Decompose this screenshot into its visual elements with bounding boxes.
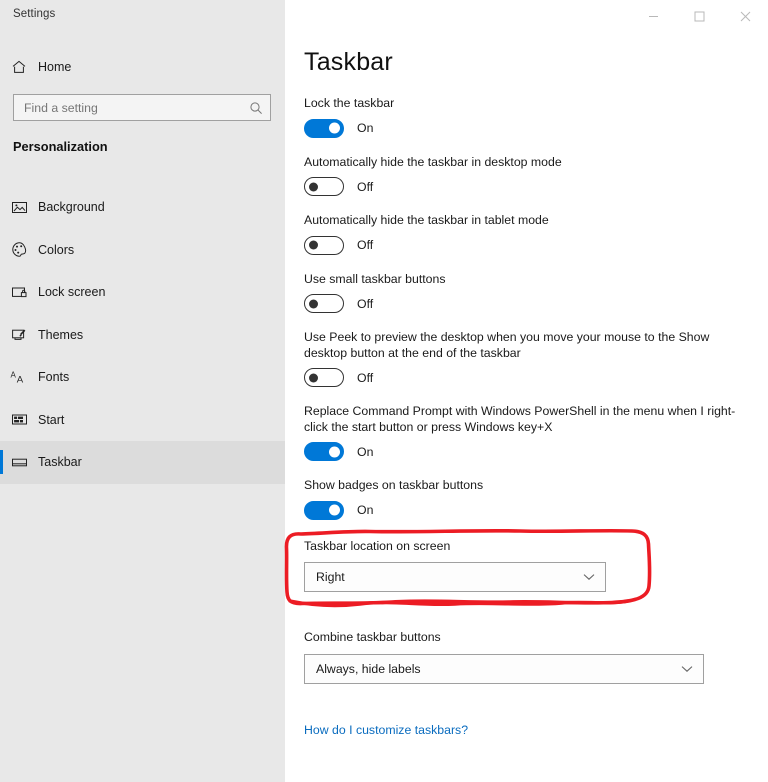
toggle-knob (309, 182, 318, 191)
taskbar-location-dropdown[interactable]: Right (304, 562, 606, 592)
sidebar-item-label: Background (38, 200, 105, 215)
toggle-knob (329, 122, 340, 134)
fonts-icon: A A (0, 369, 38, 386)
sidebar-item-lock-screen[interactable]: Lock screen (0, 271, 285, 314)
search-box[interactable] (13, 94, 271, 121)
sidebar-item-label: Colors (38, 242, 75, 257)
customize-taskbars-link[interactable]: How do I customize taskbars? (304, 723, 468, 737)
home-icon (0, 59, 38, 75)
toggle-state: On (357, 444, 374, 459)
page-title: Taskbar (304, 48, 393, 76)
setting-label: Combine taskbar buttons (304, 630, 441, 644)
settings-window: Settings Home Find a setting Personaliza… (0, 0, 768, 782)
home-label: Home (38, 60, 72, 74)
sidebar-item-colors[interactable]: Colors (0, 229, 285, 272)
setting-autohide-desktop: Automatically hide the taskbar in deskto… (304, 154, 744, 196)
setting-autohide-tablet: Automatically hide the taskbar in tablet… (304, 213, 744, 255)
sidebar-item-label: Lock screen (38, 285, 106, 300)
maximize-icon (694, 11, 704, 21)
lock-taskbar-toggle[interactable] (304, 118, 344, 138)
toggle-row: Off (304, 177, 744, 196)
toggle-knob (309, 373, 318, 382)
setting-label: Taskbar location on screen (304, 538, 451, 553)
show-badges-toggle[interactable] (304, 500, 344, 520)
sidebar: Home Personalization (0, 0, 285, 782)
sidebar-item-background[interactable]: Background (0, 186, 285, 229)
maximize-button[interactable] (676, 0, 722, 32)
chevron-down-icon (583, 573, 595, 581)
window-controls (630, 0, 768, 32)
toggle-state: On (357, 503, 374, 517)
setting-label: Replace Command Prompt with Windows Powe… (304, 404, 736, 434)
sidebar-item-start[interactable]: Start (0, 399, 285, 442)
taskbar-icon (0, 454, 38, 471)
sidebar-nav: Background Colors Lock screen Themes A A… (0, 186, 285, 484)
settings-list: Lock the taskbar On Automatically hide t… (304, 96, 744, 782)
combine-buttons-dropdown[interactable]: Always, hide labels (304, 653, 704, 684)
toggle-state: Off (357, 296, 374, 311)
setting-replace-cmd-powershell: Replace Command Prompt with Windows Powe… (304, 404, 744, 461)
setting-label: Use Peek to preview the desktop when you… (304, 330, 710, 360)
toggle-knob (309, 240, 318, 250)
setting-label: Show badges on taskbar buttons (304, 478, 484, 492)
search-icon (242, 101, 270, 115)
toggle-row: Off (304, 368, 744, 387)
dropdown-value: Always, hide labels (316, 661, 421, 676)
sidebar-item-fonts[interactable]: A A Fonts (0, 356, 285, 399)
setting-label: Automatically hide the taskbar in tablet… (304, 213, 549, 227)
toggle-row: Off (304, 235, 744, 255)
minimize-button[interactable] (630, 0, 676, 32)
themes-icon (0, 326, 38, 343)
main-content: Taskbar Lock the taskbar On Automaticall… (285, 0, 768, 782)
dropdown-value: Right (316, 570, 345, 584)
chevron-down-icon (681, 665, 693, 673)
close-button[interactable] (722, 0, 768, 32)
sidebar-item-taskbar[interactable]: Taskbar (0, 441, 285, 484)
toggle-state: Off (357, 238, 374, 252)
setting-label: Automatically hide the taskbar in deskto… (304, 154, 562, 169)
svg-text:A: A (11, 370, 17, 379)
toggle-state: Off (357, 370, 374, 385)
start-icon (0, 411, 38, 428)
sidebar-item-label: Fonts (38, 370, 70, 385)
search-input[interactable] (14, 100, 242, 115)
sidebar-item-themes[interactable]: Themes (0, 314, 285, 357)
picture-icon (0, 199, 38, 216)
toggle-knob (329, 446, 340, 457)
toggle-knob (309, 299, 318, 308)
close-icon (740, 11, 750, 21)
setting-combine-buttons: Combine taskbar buttons Always, hide lab… (304, 630, 744, 684)
selection-indicator (0, 450, 3, 474)
sidebar-item-label: Start (38, 412, 65, 427)
toggle-state: Off (357, 179, 374, 194)
toggle-knob (329, 504, 340, 516)
autohide-desktop-toggle[interactable] (304, 177, 344, 196)
replace-cmd-toggle[interactable] (304, 442, 344, 461)
sidebar-item-label: Taskbar (38, 455, 82, 470)
setting-label: Use small taskbar buttons (304, 271, 446, 286)
autohide-tablet-toggle[interactable] (304, 235, 344, 255)
toggle-state: On (357, 121, 374, 135)
lockscreen-icon (0, 284, 38, 301)
toggle-row: Off (304, 294, 744, 313)
toggle-row: On (304, 500, 744, 520)
setting-small-buttons: Use small taskbar buttons Off (304, 271, 744, 313)
toggle-row: On (304, 118, 744, 138)
title-bar: Settings (0, 0, 768, 32)
palette-icon (0, 241, 38, 258)
setting-use-peek: Use Peek to preview the desktop when you… (304, 330, 744, 387)
setting-show-badges: Show badges on taskbar buttons On (304, 478, 744, 520)
setting-label: Lock the taskbar (304, 96, 395, 110)
toggle-row: On (304, 442, 744, 461)
setting-taskbar-location: Taskbar location on screen Right (304, 538, 744, 592)
minimize-icon (648, 15, 658, 17)
window-title: Settings (13, 8, 56, 20)
category-title: Personalization (13, 139, 108, 154)
setting-lock-the-taskbar: Lock the taskbar On (304, 96, 744, 138)
use-peek-toggle[interactable] (304, 368, 344, 387)
sidebar-item-home[interactable]: Home (0, 54, 285, 80)
small-buttons-toggle[interactable] (304, 294, 344, 313)
sidebar-item-label: Themes (38, 327, 84, 342)
svg-text:A: A (17, 374, 24, 385)
